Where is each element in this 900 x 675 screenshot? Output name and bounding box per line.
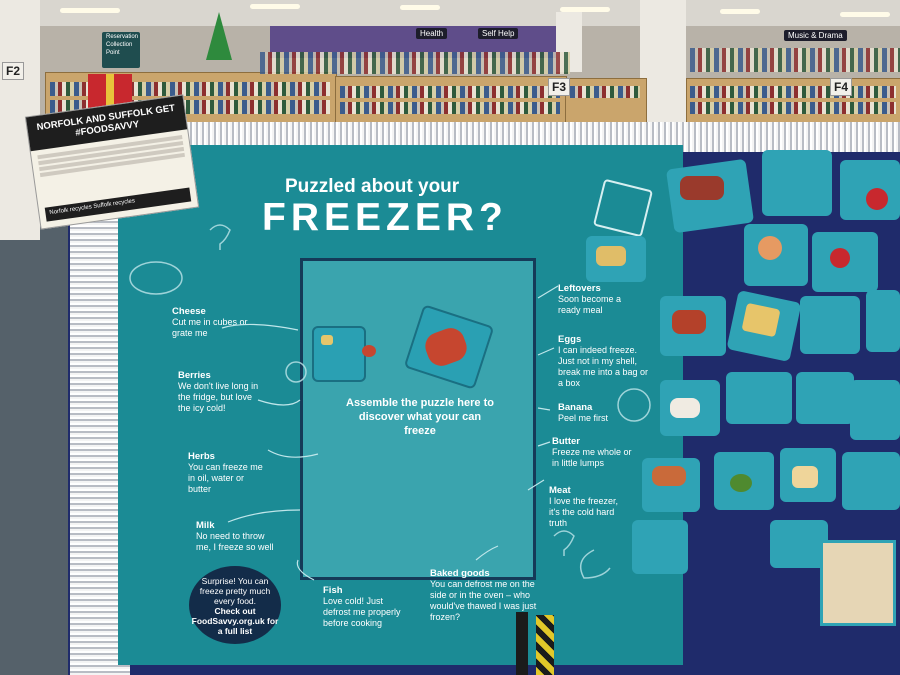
puzzle-piece[interactable] — [800, 296, 860, 354]
category-sign: Music & Drama — [784, 30, 847, 41]
sign-footer-text: Norfolk recycles Suffolk recycles — [49, 198, 136, 217]
ceiling-light — [840, 12, 890, 17]
zone-sign-f4: F4 — [830, 78, 853, 96]
food-image — [596, 246, 626, 266]
question-icon — [553, 530, 575, 556]
puzzle-piece[interactable] — [842, 452, 900, 510]
christmas-tree — [206, 12, 232, 60]
food-image — [866, 188, 888, 210]
question-icon — [209, 224, 231, 250]
food-image — [670, 398, 700, 418]
books-row — [340, 86, 560, 98]
stand-leg — [516, 612, 528, 675]
bookshelf — [686, 78, 900, 124]
zone-sign-f3: F3 — [548, 78, 571, 96]
books-back-row — [260, 52, 570, 74]
ceiling-light — [720, 9, 760, 14]
food-image — [672, 310, 706, 334]
puzzle-piece[interactable] — [796, 372, 854, 424]
puzzle-piece[interactable] — [762, 150, 832, 216]
hazard-stand-leg — [536, 615, 554, 675]
shelf-sign: Health — [416, 28, 448, 39]
snowflake-icon — [617, 388, 651, 422]
food-image — [830, 248, 850, 268]
food-image — [652, 466, 686, 486]
bookshelf — [565, 78, 647, 124]
shelf-sign: Self Help — [478, 28, 519, 39]
ceiling — [0, 0, 900, 26]
puzzle-piece[interactable] — [632, 520, 688, 574]
food-image — [758, 236, 782, 260]
banana-icon — [579, 549, 611, 579]
books-row — [340, 102, 560, 114]
bread-icon — [129, 261, 183, 295]
food-image — [792, 466, 818, 488]
puzzle-piece[interactable] — [850, 380, 900, 440]
books-row — [690, 102, 896, 114]
library-photo: Reservation Collection Point Health Self… — [0, 0, 900, 675]
bookshelf — [335, 76, 567, 124]
puzzle-piece[interactable] — [866, 290, 900, 352]
reservation-sign: Reservation Collection Point — [102, 32, 140, 68]
ceiling-light — [250, 4, 300, 9]
zone-sign-f2: F2 — [2, 62, 25, 80]
snowflake-icon — [285, 361, 307, 383]
ceiling-light — [60, 8, 120, 13]
food-image — [680, 176, 724, 200]
food-photo-piece — [820, 540, 896, 626]
puzzle-piece[interactable] — [726, 372, 792, 424]
books-back-row — [690, 48, 900, 72]
food-savvy-sign: NORFOLK AND SUFFOLK GET #FOODSAVVY Norfo… — [24, 94, 200, 230]
connector-lines — [129, 224, 651, 581]
books-row — [570, 86, 640, 98]
ceiling-light — [400, 5, 440, 10]
food-image — [730, 474, 752, 492]
books-row — [690, 86, 896, 98]
